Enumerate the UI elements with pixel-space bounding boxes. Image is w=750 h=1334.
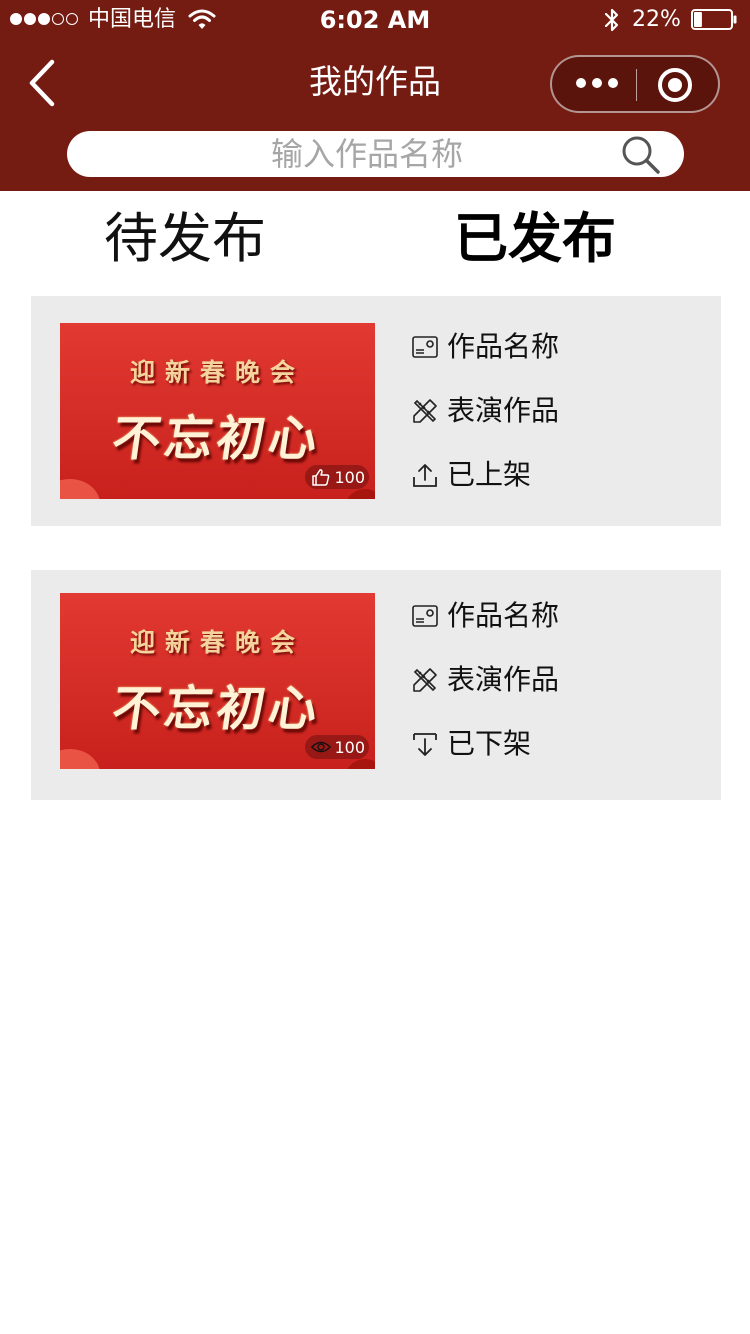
- battery-percent: 22%: [632, 7, 681, 32]
- thumb-decoration: [60, 479, 100, 499]
- download-icon: [413, 733, 437, 756]
- work-name: 作品名称: [447, 330, 560, 363]
- work-card[interactable]: 迎新春晚会 不忘初心 100 作品名称 表演作品: [31, 296, 721, 526]
- view-count-badge: 100: [305, 735, 369, 759]
- battery-icon: [691, 9, 737, 30]
- target-circle-icon[interactable]: [657, 67, 693, 103]
- id-card-icon: [412, 336, 438, 358]
- thumbnail-subtitle: 迎新春晚会: [129, 628, 305, 657]
- eye-icon: [311, 741, 332, 753]
- tab-bar: 待发布 已发布: [0, 191, 750, 291]
- header: 中国电信 6:02 AM 22% 我的作品: [0, 0, 750, 191]
- work-type: 表演作品: [447, 394, 560, 427]
- nav-bar: 我的作品: [0, 40, 750, 126]
- work-type-row: 表演作品: [411, 660, 711, 700]
- mini-program-capsule: [550, 55, 720, 113]
- pencil-ruler-icon: [413, 399, 437, 423]
- thumb-decoration: [345, 489, 375, 499]
- work-type-row: 表演作品: [411, 391, 711, 431]
- thumbnail-title: 不忘初心: [108, 681, 325, 737]
- work-type: 表演作品: [447, 663, 560, 696]
- upload-icon: [413, 464, 437, 487]
- search-input[interactable]: [97, 131, 637, 177]
- thumbnail-title: 不忘初心: [108, 411, 325, 467]
- bluetooth-icon: [604, 8, 619, 32]
- status-bar: 中国电信 6:02 AM 22%: [0, 0, 750, 40]
- view-count: 100: [334, 737, 365, 757]
- work-card[interactable]: 迎新春晚会 不忘初心 100 作品名称 表演作品: [31, 570, 721, 800]
- tab-published[interactable]: 已发布: [454, 206, 616, 272]
- like-count-badge: 100: [305, 465, 369, 489]
- id-card-icon: [412, 605, 438, 627]
- work-status: 已下架: [447, 727, 532, 760]
- work-status: 已上架: [447, 458, 532, 491]
- thumb-decoration: [345, 759, 375, 769]
- more-dots-icon[interactable]: [576, 78, 618, 88]
- work-name-row: 作品名称: [411, 327, 711, 367]
- work-name: 作品名称: [447, 599, 560, 632]
- pencil-ruler-icon: [413, 668, 437, 692]
- like-count: 100: [334, 467, 365, 487]
- thumb-decoration: [60, 749, 100, 769]
- search-bar: [67, 131, 684, 177]
- work-status-row[interactable]: 已下架: [411, 724, 711, 764]
- tab-pending[interactable]: 待发布: [104, 206, 266, 272]
- thumbs-up-icon: [312, 469, 330, 486]
- capsule-divider: [636, 69, 637, 101]
- thumbnail-subtitle: 迎新春晚会: [129, 358, 305, 387]
- work-thumbnail[interactable]: 迎新春晚会 不忘初心 100: [60, 323, 375, 499]
- work-status-row[interactable]: 已上架: [411, 455, 711, 495]
- search-icon[interactable]: [620, 134, 662, 176]
- work-name-row: 作品名称: [411, 596, 711, 636]
- work-thumbnail[interactable]: 迎新春晚会 不忘初心 100: [60, 593, 375, 769]
